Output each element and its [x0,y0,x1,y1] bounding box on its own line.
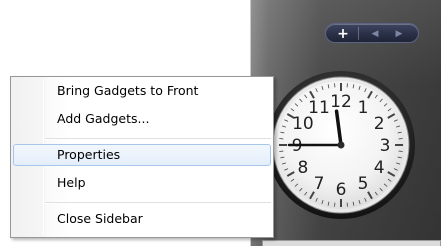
clock-numeral: 1 [358,98,369,118]
menu-item-bring-gadgets-to-front[interactable]: Bring Gadgets to Front [13,80,271,102]
menu-separator [45,138,271,140]
clock-numeral: 8 [297,158,308,178]
menu-item-properties[interactable]: Properties [13,144,271,166]
menu-item-close-sidebar[interactable]: Close Sidebar [13,208,271,230]
clock-numeral: 7 [314,174,325,194]
menu-separator [45,202,271,204]
sidebar-context-menu: Bring Gadgets to Front Add Gadgets... Pr… [10,76,274,238]
clock-numeral: 12 [330,92,352,112]
clock-center-cap [337,141,345,149]
next-gadget-edge [262,240,441,246]
clock-numeral: 4 [374,158,385,178]
menu-item-help[interactable]: Help [13,172,271,194]
clock-numeral: 11 [308,98,330,118]
clock-numeral: 5 [358,174,369,194]
clock-numeral: 6 [336,180,347,200]
clock-numeral: 2 [374,114,385,134]
clock-numeral: 3 [380,136,391,156]
menu-item-add-gadgets[interactable]: Add Gadgets... [13,108,271,130]
